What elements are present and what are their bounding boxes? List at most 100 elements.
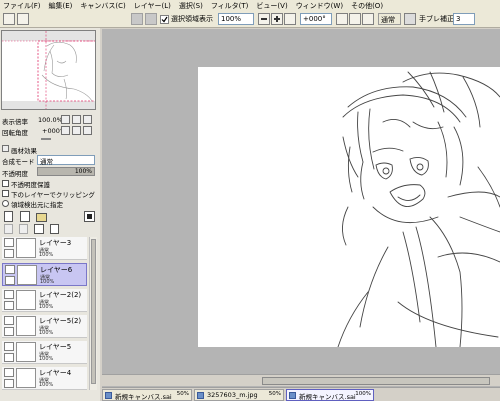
blend-mode-label: 合成モード	[2, 158, 35, 166]
menu-item-5[interactable]: フィルタ(T)	[211, 1, 249, 11]
menu-item-2[interactable]: キャンバス(C)	[80, 1, 125, 11]
layer-opacity: 100%	[40, 279, 55, 285]
menu-item-0[interactable]: ファイル(F)	[3, 1, 41, 11]
zoom-out-button[interactable]	[258, 13, 270, 25]
tab-zoom: 50%	[176, 391, 189, 397]
layer-menu-icon[interactable]	[84, 211, 95, 222]
menu-item-4[interactable]: 選択(S)	[179, 1, 203, 11]
nav-zoom-out-button[interactable]	[61, 115, 70, 124]
layer-thumbnail	[16, 368, 36, 388]
nav-rotate-right-button[interactable]	[72, 126, 81, 135]
zoom-reset-button[interactable]	[284, 13, 296, 25]
layer-opacity: 100%	[39, 304, 54, 310]
panel-splitter[interactable]	[41, 138, 51, 140]
stabilizer-field[interactable]: 3	[453, 13, 475, 25]
sketch-drawing	[337, 71, 500, 348]
menu-item-8[interactable]: その他(O)	[351, 1, 383, 11]
nav-zoom-reset-button[interactable]	[83, 115, 92, 124]
menu-item-3[interactable]: レイヤー(L)	[134, 1, 171, 11]
nav-zoom-in-button[interactable]	[72, 115, 81, 124]
layer-row[interactable]: レイヤー5(2) 通常 100%	[2, 315, 87, 338]
new-layer-icon[interactable]	[4, 211, 13, 222]
layer-row[interactable]: レイヤー5 通常 100%	[2, 341, 87, 364]
selection-source-radio[interactable]	[2, 200, 9, 207]
rotation-field[interactable]: +000°	[300, 13, 332, 25]
deselect-button[interactable]	[131, 13, 143, 25]
layer-lock-icon[interactable]	[4, 327, 14, 336]
document-tab[interactable]: 新規キャンバス.sai 50%	[102, 389, 192, 401]
zoom-field[interactable]: 100%	[218, 13, 254, 25]
document-tab[interactable]: 3257603_m.jpg 50%	[194, 389, 284, 401]
document-tab[interactable]: 新規キャンバス.sai 100%	[286, 389, 374, 401]
visibility-toggle-icon[interactable]	[4, 290, 14, 299]
visibility-toggle-icon[interactable]	[4, 342, 14, 351]
visibility-toggle-icon[interactable]	[5, 265, 15, 274]
mirror-button[interactable]	[404, 13, 416, 25]
layer-row[interactable]: レイヤー4 通常 100%	[2, 367, 87, 390]
nav-rotate-reset-button[interactable]	[83, 126, 92, 135]
document-tabs: 新規キャンバス.sai 50% 3257603_m.jpg 50% 新規キャンバス.sa…	[102, 387, 500, 401]
zoom-in-button[interactable]	[271, 13, 283, 25]
navigator-preview[interactable]	[1, 30, 96, 110]
opacity-value: 100%	[74, 168, 92, 175]
selection-display-label: 選択領域表示	[171, 15, 213, 23]
layer-opacity: 100%	[39, 382, 54, 388]
stabilizer-label: 手ブレ補正	[419, 15, 454, 23]
tab-label: 新規キャンバス.sai	[115, 393, 172, 401]
undo-button[interactable]	[3, 13, 15, 25]
layer-row[interactable]: レイヤー6 通常 100%	[2, 263, 87, 286]
tab-zoom: 50%	[268, 391, 281, 397]
protect-alpha-label: 不透明度保護	[11, 181, 50, 189]
transfer-down-icon[interactable]	[4, 224, 13, 234]
rotate-right-button[interactable]	[349, 13, 361, 25]
opacity-slider[interactable]: 100%	[37, 167, 95, 176]
visibility-toggle-icon[interactable]	[4, 238, 14, 247]
menu-item-1[interactable]: 編集(E)	[49, 1, 73, 11]
new-folder-icon[interactable]	[36, 213, 47, 222]
selection-display-checkbox[interactable]	[160, 15, 169, 24]
clip-label: 下のレイヤーでクリッピング	[11, 191, 95, 199]
canvas-paper[interactable]	[198, 67, 500, 348]
selection-source-label: 領域検出元に指定	[11, 201, 63, 209]
redo-button[interactable]	[17, 13, 29, 25]
rotate-left-button[interactable]	[336, 13, 348, 25]
layer-lock-icon[interactable]	[5, 276, 15, 285]
menu-item-7[interactable]: ウィンドウ(W)	[296, 1, 343, 11]
merge-down-icon[interactable]	[19, 224, 28, 234]
rotate-reset-button[interactable]	[362, 13, 374, 25]
layer-lock-icon[interactable]	[4, 301, 14, 310]
layer-thumbnail	[17, 265, 37, 285]
layer-lock-icon[interactable]	[4, 353, 14, 362]
horizontal-scrollbar[interactable]	[102, 374, 500, 386]
layer-thumbnail	[16, 238, 36, 258]
nav-rotate-left-button[interactable]	[61, 126, 70, 135]
clip-checkbox[interactable]	[2, 190, 9, 197]
expand-icon[interactable]	[2, 145, 9, 152]
visibility-toggle-icon[interactable]	[4, 368, 14, 377]
new-linework-layer-icon[interactable]	[20, 211, 30, 222]
zoom-label: 表示倍率	[2, 118, 28, 126]
layer-lock-icon[interactable]	[4, 379, 14, 388]
protect-alpha-checkbox[interactable]	[2, 180, 9, 187]
trash-icon[interactable]	[50, 224, 59, 234]
menu-item-6[interactable]: ビュー(V)	[256, 1, 287, 11]
menu-bar: ファイル(F) 編集(E) キャンバス(C) レイヤー(L) 選択(S) フィルタ(T) ビ…	[0, 0, 500, 11]
horizontal-scrollbar-thumb[interactable]	[262, 377, 490, 385]
blend-mode-select[interactable]: 通常	[378, 13, 401, 25]
tab-label: 新規キャンバス.sai	[299, 393, 356, 401]
layer-scrollbar[interactable]	[89, 237, 97, 390]
angle-label: 回転角度	[2, 129, 28, 137]
clear-button[interactable]	[145, 13, 157, 25]
clear-layer-icon[interactable]	[34, 224, 44, 234]
layer-scrollbar-thumb[interactable]	[91, 239, 96, 384]
layer-opacity: 100%	[39, 330, 54, 336]
layer-row[interactable]: レイヤー3 通常 100%	[2, 237, 87, 260]
navigator-thumbnail	[2, 31, 95, 109]
tab-zoom: 100%	[355, 391, 371, 397]
plus-icon	[274, 16, 280, 22]
visibility-toggle-icon[interactable]	[4, 316, 14, 325]
layer-thumbnail	[16, 342, 36, 362]
layer-lock-icon[interactable]	[4, 249, 14, 258]
layer-row[interactable]: レイヤー2(2) 通常 100%	[2, 289, 87, 312]
blend-mode-select[interactable]: 通常	[37, 155, 95, 166]
